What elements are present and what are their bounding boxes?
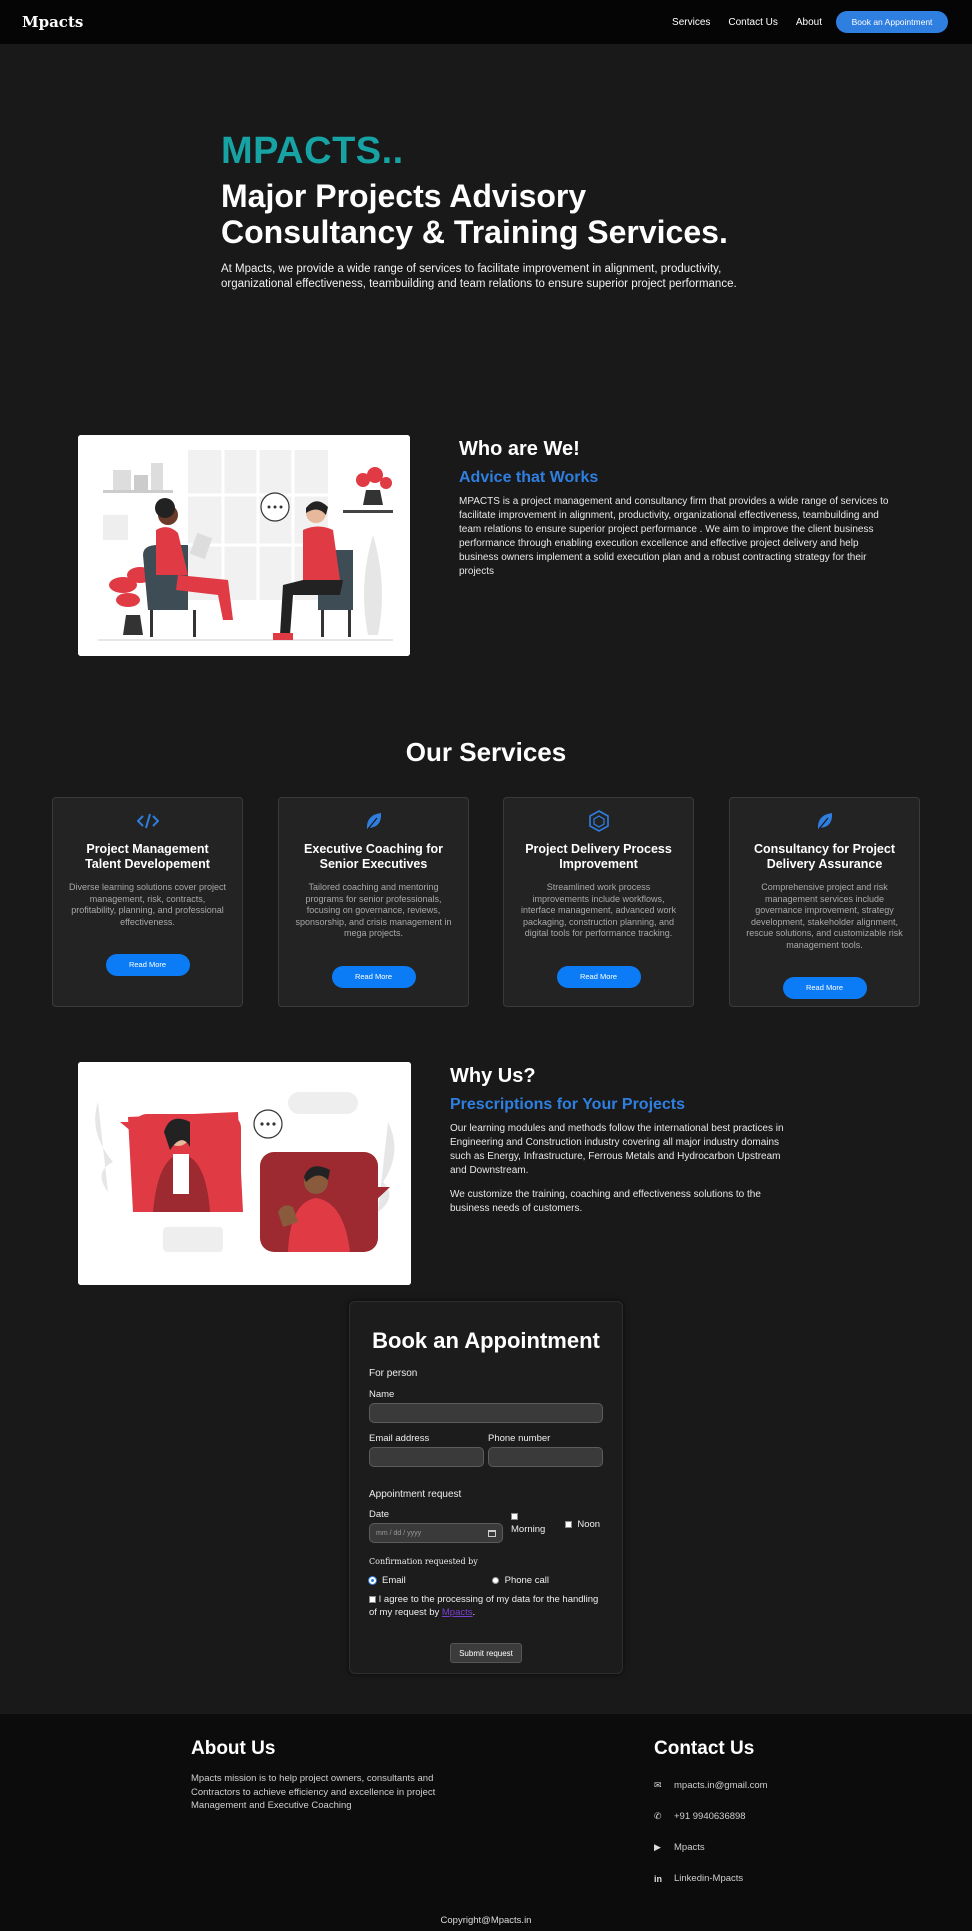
email-label: Email address (369, 1433, 430, 1444)
who-subtitle: Advice that Works (459, 469, 599, 486)
service-card-title: Executive Coaching for Senior Executives (304, 842, 443, 871)
hero-text: At Mpacts, we provide a wide range of se… (221, 263, 737, 290)
service-card: Project Delivery Process Improvement Str… (503, 797, 694, 1007)
date-field[interactable]: mm / dd / yyyy (369, 1523, 503, 1543)
leaf-icon (293, 810, 454, 832)
consent-text: I agree to the processing of my data for… (369, 1594, 599, 1618)
appointment-section: Book an Appointment For person Name Emai… (0, 1301, 972, 1714)
phone-icon: ✆ (654, 1811, 662, 1821)
morning-checkbox[interactable] (511, 1512, 518, 1520)
why-section: Why Us? Prescriptions for Your Projects … (0, 980, 972, 1301)
hero-section: MPACTS.. Major Projects Advisory Consult… (0, 44, 972, 362)
who-text-block: Who are We! Advice that Works MPACTS is … (459, 438, 899, 579)
code-icon (67, 810, 228, 832)
footer-about: About Us Mpacts mission is to help proje… (191, 1738, 471, 1813)
form-title: Book an Appointment (372, 1328, 600, 1353)
hero-title: Major Projects Advisory Consultancy & Tr… (221, 178, 728, 250)
footer: About Us Mpacts mission is to help proje… (0, 1714, 972, 1931)
contact-youtube-text: Mpacts (674, 1842, 705, 1853)
contact-email-text: mpacts.in@gmail.com (674, 1780, 768, 1791)
navbar: Mpacts Services Contact Us About Book an… (0, 0, 972, 44)
who-section: Who are We! Advice that Works MPACTS is … (0, 362, 972, 656)
noon-label: Noon (577, 1519, 601, 1530)
why-description-1: Our learning modules and methods follow … (450, 1123, 784, 1176)
name-field[interactable] (369, 1403, 603, 1423)
service-card-text: Streamlined work process improvements in… (520, 882, 677, 938)
noon-checkbox[interactable] (565, 1521, 573, 1528)
contact-title: Contact Us (654, 1738, 755, 1759)
appointment-form: Book an Appointment For person Name Emai… (349, 1301, 623, 1674)
consent-period: . (472, 1607, 476, 1618)
service-card: Project Management Talent Developement D… (52, 797, 243, 1007)
envelope-icon: ✉ (654, 1780, 662, 1790)
email-radio[interactable] (369, 1577, 376, 1584)
consent-checkbox[interactable] (369, 1595, 376, 1603)
phone-field[interactable] (488, 1447, 603, 1467)
why-subtitle: Prescriptions for Your Projects (450, 1096, 686, 1113)
contact-linkedin[interactable]: in Linkedin-Mpacts (654, 1863, 854, 1894)
services-section: Our Services Project Management Talent D… (0, 633, 972, 1007)
consent-link[interactable]: Mpacts (442, 1607, 473, 1618)
linkedin-icon: in (654, 1873, 662, 1884)
read-more-button[interactable]: Read More (105, 954, 190, 976)
consultation-illustration (78, 435, 410, 656)
date-label: Date (369, 1509, 390, 1520)
service-card-text: Tailored coaching and mentoring programs… (295, 882, 452, 938)
service-card-text: Comprehensive project and risk managemen… (746, 882, 903, 950)
hexagon-icon (518, 810, 679, 832)
submit-request-button[interactable]: Submit request (450, 1643, 522, 1663)
who-description: MPACTS is a project management and consu… (459, 496, 889, 577)
phone-label: Phone number (488, 1433, 551, 1444)
hero-brand: MPACTS.. (221, 130, 404, 172)
video-call-illustration (78, 1062, 411, 1285)
service-card-title: Project Delivery Process Improvement (525, 842, 672, 871)
nav-link-about[interactable]: About (796, 17, 822, 28)
youtube-icon: ▶ (654, 1842, 661, 1852)
phone-radio-label: Phone call (504, 1575, 549, 1586)
service-card: Consultancy for Project Delivery Assuran… (729, 797, 920, 1007)
service-card-text: Diverse learning solutions cover project… (68, 882, 227, 927)
service-card-title: Project Management Talent Developement (85, 842, 210, 871)
contact-phone-text: +91 9940636898 (674, 1811, 746, 1822)
why-title: Why Us? (450, 1065, 536, 1087)
footer-contact: Contact Us ✉ mpacts.in@gmail.com ✆ +91 9… (654, 1738, 854, 1894)
contact-email[interactable]: ✉ mpacts.in@gmail.com (654, 1770, 854, 1801)
phone-radio[interactable] (491, 1577, 499, 1584)
book-appointment-button[interactable]: Book an Appointment (836, 11, 948, 33)
nav-link-contact[interactable]: Contact Us (728, 17, 777, 28)
about-text: Mpacts mission is to help project owners… (191, 1773, 436, 1811)
nav-links: Services Contact Us About Book an Appoin… (654, 0, 948, 44)
services-title: Our Services (405, 737, 567, 767)
service-card-title: Consultancy for Project Delivery Assuran… (754, 842, 895, 871)
email-radio-label: Email (382, 1575, 406, 1586)
who-title: Who are We! (459, 438, 580, 460)
nav-link-services[interactable]: Services (672, 17, 710, 28)
date-placeholder: mm / dd / yyyy (376, 1529, 422, 1537)
contact-linkedin-text: Linkedin-Mpacts (674, 1873, 744, 1884)
calendar-icon[interactable] (488, 1529, 496, 1537)
email-field[interactable] (369, 1447, 484, 1467)
why-text-block: Why Us? Prescriptions for Your Projects … (450, 1065, 790, 1216)
confirmation-label: Confirmation requested by (369, 1557, 478, 1566)
name-label: Name (369, 1389, 395, 1400)
appointment-request-heading: Appointment request (369, 1489, 462, 1500)
brand-logo[interactable]: Mpacts (22, 13, 83, 31)
for-person-heading: For person (369, 1368, 418, 1379)
contact-phone[interactable]: ✆ +91 9940636898 (654, 1801, 854, 1832)
why-description-2: We customize the training, coaching and … (450, 1189, 761, 1214)
service-card: Executive Coaching for Senior Executives… (278, 797, 469, 1007)
contact-youtube[interactable]: ▶ Mpacts (654, 1832, 854, 1863)
leaf-icon (744, 810, 905, 832)
about-title: About Us (191, 1738, 276, 1759)
morning-label: Morning (511, 1524, 546, 1535)
